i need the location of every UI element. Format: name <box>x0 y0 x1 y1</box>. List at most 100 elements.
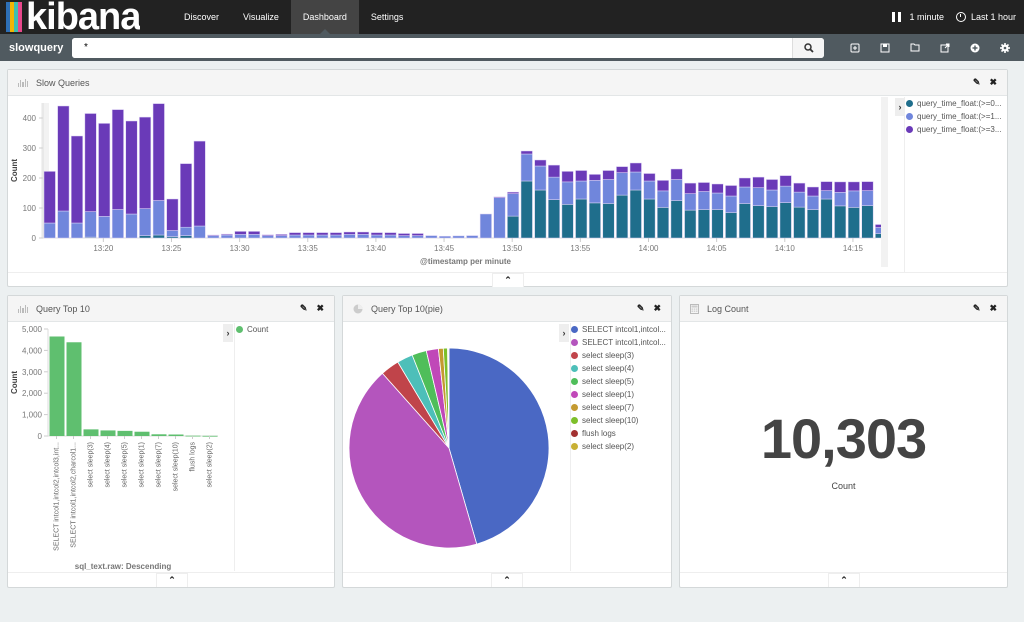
legend-item[interactable]: Count <box>236 323 268 336</box>
bar-segment <box>697 182 710 192</box>
y-tick-label: 300 <box>23 144 37 153</box>
legend-item[interactable]: select sleep(10) <box>571 414 666 427</box>
legend-toggle[interactable]: › <box>559 324 569 342</box>
new-dashboard-button[interactable] <box>840 34 870 61</box>
bar-segment <box>248 231 261 235</box>
bar-segment <box>71 222 83 239</box>
legend-dot <box>571 391 578 398</box>
top-nav-bar: kibana Discover Visualize Dashboard Sett… <box>0 0 1024 34</box>
refresh-interval-button[interactable]: 1 minute <box>892 12 944 22</box>
x-tick-label: select sleep(2) <box>207 442 214 488</box>
bar-segment <box>111 209 124 239</box>
collapse-button[interactable]: ⌃ <box>492 273 524 287</box>
legend-dot <box>571 378 578 385</box>
x-tick-label: select sleep(7) <box>156 442 163 488</box>
legend-item[interactable]: query_time_float:(>=1... <box>906 110 1002 123</box>
bar-segment <box>125 213 138 239</box>
legend-item[interactable]: flush logs <box>571 427 666 440</box>
bar-segment <box>766 189 779 207</box>
legend-item[interactable]: select sleep(7) <box>571 401 666 414</box>
legend-item[interactable]: select sleep(3) <box>571 349 666 362</box>
edit-pencil-icon[interactable]: ✎ <box>637 303 645 314</box>
tab-dashboard[interactable]: Dashboard <box>290 0 359 34</box>
open-dashboard-button[interactable] <box>900 34 930 61</box>
panel-title: Log Count <box>707 303 749 314</box>
panel-title: Query Top 10 <box>36 303 90 314</box>
gear-icon <box>1000 42 1010 53</box>
bar-segment <box>725 185 738 197</box>
bar-segment <box>738 203 751 239</box>
x-tick-label: select sleep(1) <box>139 442 146 488</box>
bar-segment <box>738 186 751 204</box>
legend-item[interactable]: SELECT intcol1,intcol... <box>571 323 666 336</box>
edit-pencil-icon[interactable]: ✎ <box>973 303 981 314</box>
collapse-button[interactable]: ⌃ <box>828 573 860 587</box>
bar-segment <box>670 168 683 180</box>
query-input[interactable] <box>72 37 792 58</box>
bar-segment <box>57 210 70 239</box>
x-tick-label: 14:15 <box>843 244 864 253</box>
legend-dot <box>906 100 913 107</box>
x-tick-label: select sleep(10) <box>173 442 180 491</box>
edit-pencil-icon[interactable]: ✎ <box>973 77 981 88</box>
save-dashboard-button[interactable] <box>870 34 900 61</box>
bar-segment <box>425 235 438 239</box>
bar-segment <box>684 182 697 194</box>
x-axis-label: sql_text.raw: Descending <box>75 562 172 571</box>
bar-segment <box>725 212 738 239</box>
x-tick-label: SELECT intcol1,intcol2,charcol1... <box>71 442 78 548</box>
share-dashboard-button[interactable] <box>930 34 960 61</box>
bar-segment <box>411 233 424 236</box>
tab-visualize[interactable]: Visualize <box>231 0 291 34</box>
metric-value: 10,303 <box>760 407 927 470</box>
x-tick-label: 13:40 <box>366 244 387 253</box>
legend-item[interactable]: query_time_float:(>=0... <box>906 97 1002 110</box>
close-icon[interactable]: ✖ <box>989 77 997 88</box>
tab-settings[interactable]: Settings <box>359 0 416 34</box>
bar-segment <box>384 232 397 236</box>
collapse-button[interactable]: ⌃ <box>156 573 188 587</box>
bar-segment <box>643 180 656 200</box>
bar-segment <box>616 194 629 239</box>
panel-header: Query Top 10 ✎ ✖ <box>8 296 334 322</box>
collapse-button[interactable]: ⌃ <box>491 573 523 587</box>
dashboard-actions <box>840 34 1020 61</box>
close-icon[interactable]: ✖ <box>316 303 324 314</box>
bar-segment <box>193 140 206 227</box>
edit-pencil-icon[interactable]: ✎ <box>300 303 308 314</box>
legend-item[interactable]: select sleep(5) <box>571 375 666 388</box>
bar-segment <box>711 209 724 239</box>
new-dashboard-icon <box>850 43 860 52</box>
bar-segment <box>166 230 179 237</box>
slow-queries-chart: 0 100 200 300 400 Count 13:20 13:25 13:30 13:35 13… <box>10 97 888 267</box>
bar-segment <box>139 208 152 236</box>
add-visualization-button[interactable] <box>960 34 990 61</box>
x-tick-label: 13:20 <box>93 244 114 253</box>
tab-discover[interactable]: Discover <box>172 0 231 34</box>
bar <box>151 434 167 436</box>
bar-segment <box>520 180 533 239</box>
legend-item[interactable]: SELECT intcol1,intcol... <box>571 336 666 349</box>
time-picker-button[interactable]: Last 1 hour <box>955 12 1016 22</box>
legend: SELECT intcol1,intcol... SELECT intcol1,i… <box>571 323 666 453</box>
x-tick-label: 13:45 <box>434 244 455 253</box>
legend-toggle[interactable]: › <box>223 324 233 342</box>
pause-icon[interactable] <box>892 12 902 22</box>
close-icon[interactable]: ✖ <box>653 303 661 314</box>
bar-segment <box>166 198 179 231</box>
options-button[interactable] <box>990 34 1020 61</box>
logo-text: kibana <box>26 0 141 34</box>
bar-segment <box>411 235 424 239</box>
bar-segment <box>520 153 533 182</box>
bar-segment <box>711 192 724 210</box>
legend-item[interactable]: select sleep(2) <box>571 440 666 453</box>
close-icon[interactable]: ✖ <box>989 303 997 314</box>
legend-item[interactable]: select sleep(4) <box>571 362 666 375</box>
legend-item[interactable]: query_time_float:(>=3... <box>906 123 1002 136</box>
kibana-logo[interactable]: kibana <box>0 0 172 34</box>
query-top10-pie-chart <box>348 347 550 549</box>
bar-segment <box>806 209 819 239</box>
legend-item[interactable]: select sleep(1) <box>571 388 666 401</box>
logo-stripe <box>18 2 22 32</box>
search-button[interactable] <box>792 37 824 58</box>
